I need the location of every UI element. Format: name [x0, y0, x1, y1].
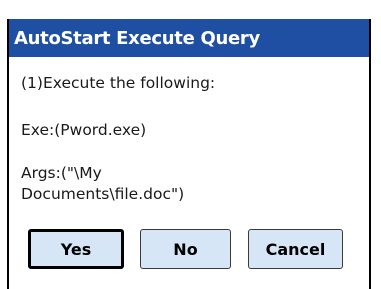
no-button[interactable]: No [140, 229, 231, 269]
args-text-line2: Documents\file.doc") [21, 185, 185, 203]
execute-prompt-text: (1)Execute the following: [21, 74, 216, 92]
args-text-line1: Args:("\My [21, 164, 102, 182]
dialog-border-left [7, 19, 9, 289]
dialog-title: AutoStart Execute Query [14, 27, 260, 49]
yes-button[interactable]: Yes [28, 229, 124, 269]
exe-text: Exe:(Pword.exe) [21, 121, 147, 139]
cancel-button[interactable]: Cancel [248, 229, 343, 269]
dialog-border-right [369, 19, 371, 289]
autostart-dialog: AutoStart Execute Query (1)Execute the f… [0, 0, 381, 289]
dialog-title-bar: AutoStart Execute Query [9, 19, 369, 57]
